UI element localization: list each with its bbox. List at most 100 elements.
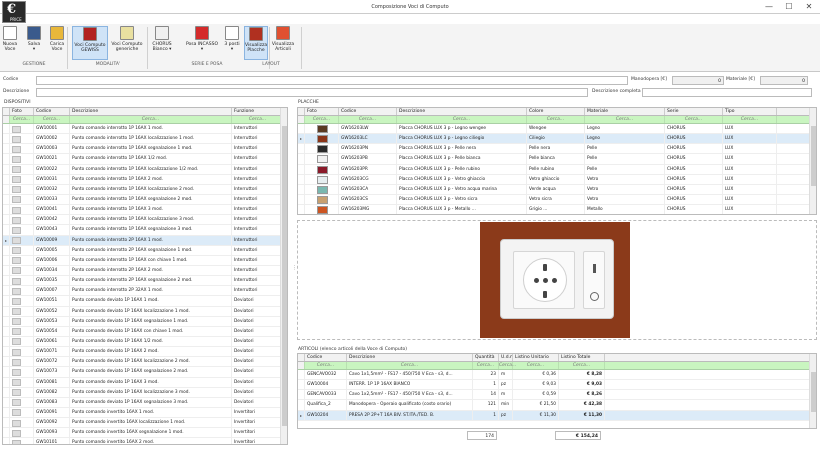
column-header[interactable]: Descrizione: [347, 354, 473, 361]
table-row[interactable]: GW10007 Punto comando interrotto 2P 32AX …: [3, 286, 287, 297]
table-row[interactable]: ▸ GW10204 PRESA 2P 2P+T 16A BIV. ST.ITA./T…: [298, 410, 816, 421]
table-row[interactable]: GW10005 Punto comando interrotto 2P 16AX …: [3, 245, 287, 256]
column-header[interactable]: Descrizione: [397, 108, 527, 115]
codice-input[interactable]: [36, 76, 628, 85]
table-row[interactable]: GW16203LW Placca CHORUS LUX 3 p - Legno w…: [298, 124, 816, 135]
column-header[interactable]: Quantità: [473, 354, 499, 361]
column-header[interactable]: Foto: [10, 108, 34, 115]
table-row[interactable]: GW10072 Punto comando deviato 1P 16AX loc…: [3, 357, 287, 368]
table-row[interactable]: GW10053 Punto comando deviato 1P 16AX seg…: [3, 316, 287, 327]
table-row[interactable]: GW10001 Punto comando interrotto 1P 16AX …: [3, 124, 287, 135]
table-row[interactable]: GW10006 Punto comando interrotto 1P 16AX …: [3, 255, 287, 266]
splitter-handle[interactable]: ⋮: [292, 265, 297, 273]
table-row[interactable]: ▸ GW10009 Punto comando interrotto 2P 16AX…: [3, 235, 287, 246]
column-header[interactable]: Codice: [34, 108, 70, 115]
column-header[interactable]: Serie: [665, 108, 723, 115]
ribbon-button-1[interactable]: Salva ▾: [24, 26, 44, 60]
table-row[interactable]: GW10022 Punto comando interrotto 1P 16AX …: [3, 164, 287, 175]
ribbon-button-8[interactable]: Visualizza Placche: [244, 26, 268, 60]
table-row[interactable]: GW16203PB Placca CHORUS LUX 3 p - Pelle b…: [298, 154, 816, 165]
filter-cell[interactable]: Cerca...: [473, 362, 499, 369]
table-row[interactable]: GW10034 Punto comando interrotto 2P 16AX …: [3, 265, 287, 277]
table-row[interactable]: GW16203PR Placca CHORUS LUX 3 p - Pelle r…: [298, 164, 816, 175]
filter-cell[interactable]: Cerca...: [339, 116, 397, 123]
column-header[interactable]: Codice: [305, 354, 347, 361]
filter-cell[interactable]: Cerca...: [34, 116, 70, 123]
maximize-button[interactable]: ☐: [782, 2, 796, 12]
column-header[interactable]: U.d.m.: [499, 354, 513, 361]
filter-cell[interactable]: Cerca...: [305, 116, 339, 123]
table-row[interactable]: GW10003 Punto comando interrotto 1P 16AX …: [3, 144, 287, 155]
table-row[interactable]: GW10032 Punto comando interrotto 1P 16AX …: [3, 184, 287, 195]
table-row[interactable]: GENCAVO033 Cavo 1x2,5mm² - FS17 - 450/750…: [298, 390, 816, 401]
ribbon-button-5[interactable]: CHORUS Bianco ▾: [148, 26, 176, 60]
filter-cell[interactable]: Cerca...: [527, 116, 585, 123]
table-row[interactable]: GW10061 Punto comando deviato 1P 16AX 1/2…: [3, 336, 287, 348]
table-row[interactable]: GW10035 Punto comando interrotto 2P 16AX …: [3, 276, 287, 287]
filter-cell[interactable]: Cerca...: [10, 116, 34, 123]
close-button[interactable]: ✕: [802, 2, 816, 12]
articoli-scrollbar[interactable]: [809, 354, 816, 428]
table-row[interactable]: GW16203CA Placca CHORUS LUX 3 p - Vetro a…: [298, 184, 816, 195]
table-row[interactable]: GW10082 Punto comando deviato 1P 16AX loc…: [3, 387, 287, 398]
filter-cell[interactable]: Cerca...: [305, 362, 347, 369]
column-header[interactable]: Foto: [305, 108, 339, 115]
column-header[interactable]: Funzione: [232, 108, 284, 115]
filter-cell[interactable]: Cerca...: [559, 362, 605, 369]
filter-cell[interactable]: Cerca...: [70, 116, 232, 123]
table-row[interactable]: GW10093 Punto comando invertito 16AX segn…: [3, 428, 287, 439]
table-row[interactable]: GW10033 Punto comando interrotto 1P 16AX …: [3, 194, 287, 206]
table-row[interactable]: GW16203CG Placca CHORUS LUX 3 p - Vetro g…: [298, 174, 816, 185]
filter-cell[interactable]: Cerca...: [513, 362, 559, 369]
table-row[interactable]: GW10052 Punto comando deviato 1P 16AX loc…: [3, 306, 287, 317]
dispositivi-scrollbar[interactable]: [280, 108, 287, 444]
placche-scrollbar[interactable]: [809, 108, 816, 214]
filter-cell[interactable]: Cerca...: [232, 116, 284, 123]
table-row[interactable]: GW10081 Punto comando deviato 1P 16AX 3 m…: [3, 377, 287, 388]
table-row[interactable]: GW10043 Punto comando interrotto 1P 16AX …: [3, 225, 287, 236]
minimize-button[interactable]: —: [762, 2, 776, 12]
table-row[interactable]: GW10041 Punto comando interrotto 1P 16AX …: [3, 205, 287, 216]
table-row[interactable]: Qualifica_2 Manodopera - Operaio qualific…: [298, 400, 816, 411]
table-row[interactable]: GW16203MG Placca CHORUS LUX 3 p - Metallo…: [298, 205, 816, 214]
table-row[interactable]: GW10004 INTERR. 1P 1P 16AX BIANCO 1 pz € 9,0…: [298, 380, 816, 391]
table-row[interactable]: GW16203PN Placca CHORUS LUX 3 p - Pelle n…: [298, 144, 816, 155]
ribbon-button-2[interactable]: Carica Voce: [46, 26, 68, 60]
ribbon-button-0[interactable]: Nuova Voce: [2, 26, 18, 60]
table-row[interactable]: GW10091 Punto comando invertito 16AX 1 mo…: [3, 407, 287, 419]
table-row[interactable]: GW10031 Punto comando interrotto 1P 16AX …: [3, 174, 287, 185]
table-row[interactable]: GW10002 Punto comando interrotto 1P 16AX …: [3, 134, 287, 145]
filter-cell[interactable]: Cerca...: [585, 116, 665, 123]
column-header[interactable]: Colore: [527, 108, 585, 115]
table-row[interactable]: GW10092 Punto comando invertito 16AX loca…: [3, 418, 287, 429]
table-row[interactable]: ▸ GW16203LC Placca CHORUS LUX 3 p - Legno …: [298, 134, 816, 145]
descrizione-input[interactable]: [36, 88, 588, 97]
ribbon-button-9[interactable]: Visualizza Articoli: [270, 26, 296, 60]
table-row[interactable]: GW10101 Punto comando invertito 16AX 2 mo…: [3, 438, 287, 444]
filter-cell[interactable]: Cerca...: [665, 116, 723, 123]
table-row[interactable]: GW10021 Punto comando interrotto 1P 16AX …: [3, 154, 287, 165]
ribbon-button-6[interactable]: Posa INCASSO ▾: [182, 26, 222, 60]
filter-cell[interactable]: Cerca...: [347, 362, 473, 369]
table-row[interactable]: GW10071 Punto comando deviato 1P 16AX 2 m…: [3, 347, 287, 358]
filter-cell[interactable]: Cerca...: [397, 116, 527, 123]
ribbon-button-4[interactable]: Voci Computo generiche: [110, 26, 144, 60]
column-header[interactable]: Listino Unitario: [513, 354, 559, 361]
table-row[interactable]: GW10083 Punto comando deviato 1P 16AX seg…: [3, 397, 287, 408]
filter-cell[interactable]: Cerca...: [723, 116, 777, 123]
table-row[interactable]: GW10054 Punto comando deviato 1P 16AX con…: [3, 326, 287, 337]
table-row[interactable]: GW10051 Punto comando deviato 1P 16AX 1 m…: [3, 296, 287, 307]
column-header[interactable]: Tipo: [723, 108, 777, 115]
column-header[interactable]: Codice: [339, 108, 397, 115]
ribbon-button-3[interactable]: Voci Computo GEWISS: [72, 26, 108, 60]
table-row[interactable]: GW10042 Punto comando interrotto 1P 16AX …: [3, 215, 287, 226]
column-header[interactable]: Listino Totale: [559, 354, 605, 361]
descrizione-completa-input[interactable]: [642, 88, 812, 97]
table-row[interactable]: GW10073 Punto comando deviato 1P 16AX seg…: [3, 367, 287, 378]
table-row[interactable]: GW16203CS Placca CHORUS LUX 3 p - Vetro s…: [298, 194, 816, 206]
table-row[interactable]: GENCAVO032 Cavo 1x1,5mm² - FS17 - 450/750…: [298, 370, 816, 381]
ribbon-button-7[interactable]: 3 posti ▾: [224, 26, 240, 60]
column-header[interactable]: Materiale: [585, 108, 665, 115]
column-header[interactable]: Descrizione: [70, 108, 232, 115]
filter-cell[interactable]: Cerca...: [499, 362, 516, 369]
